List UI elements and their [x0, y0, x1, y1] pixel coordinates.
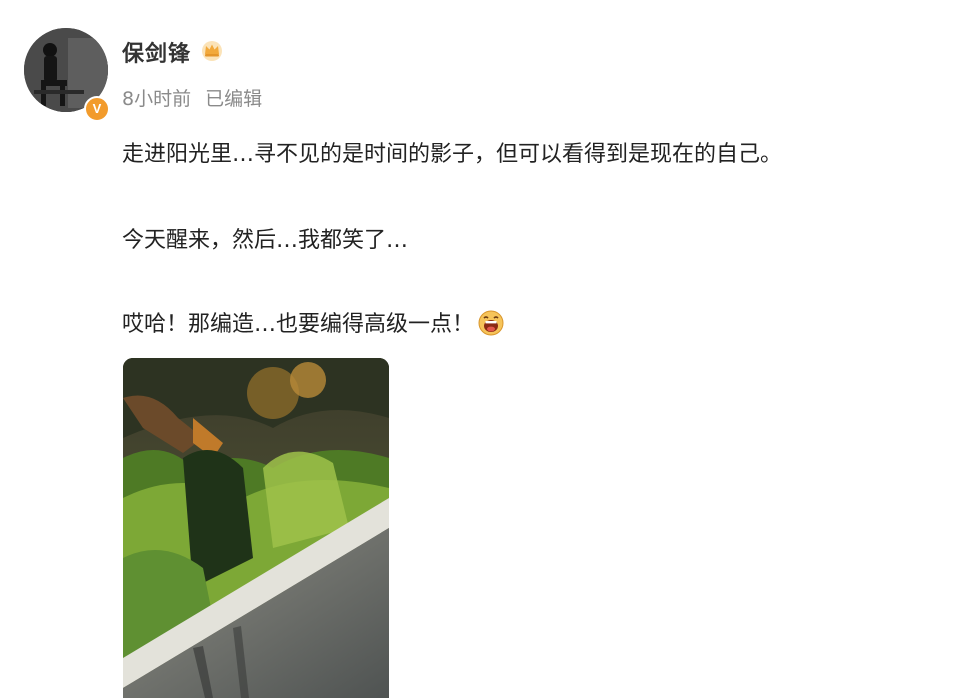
- laughing-emoji-icon: [478, 310, 504, 336]
- verified-badge: V: [84, 96, 110, 122]
- avatar-container[interactable]: V: [24, 28, 110, 122]
- post-meta: 8小时前 已编辑: [122, 84, 262, 111]
- post-image[interactable]: [123, 358, 389, 698]
- post-text-line-1: 走进阳光里…寻不见的是时间的影子，但可以看得到是现在的自己。: [122, 142, 783, 167]
- post-time: 8小时前: [122, 88, 192, 110]
- crown-icon[interactable]: [200, 38, 224, 62]
- post-text-line-3-text: 哎哈！那编造…也要编得高级一点！: [122, 312, 475, 337]
- post-image-content: [123, 358, 389, 698]
- weibo-post: V 保剑锋 8小时前 已编辑 走进阳光里…寻不见的是时间的影子，但可以看得到是现在…: [0, 0, 960, 698]
- post-text-line-2: 今天醒来，然后…我都笑了…: [122, 228, 409, 253]
- author-name[interactable]: 保剑锋: [122, 36, 191, 68]
- edited-label[interactable]: 已编辑: [205, 88, 262, 110]
- post-text-line-3: 哎哈！那编造…也要编得高级一点！: [122, 306, 504, 338]
